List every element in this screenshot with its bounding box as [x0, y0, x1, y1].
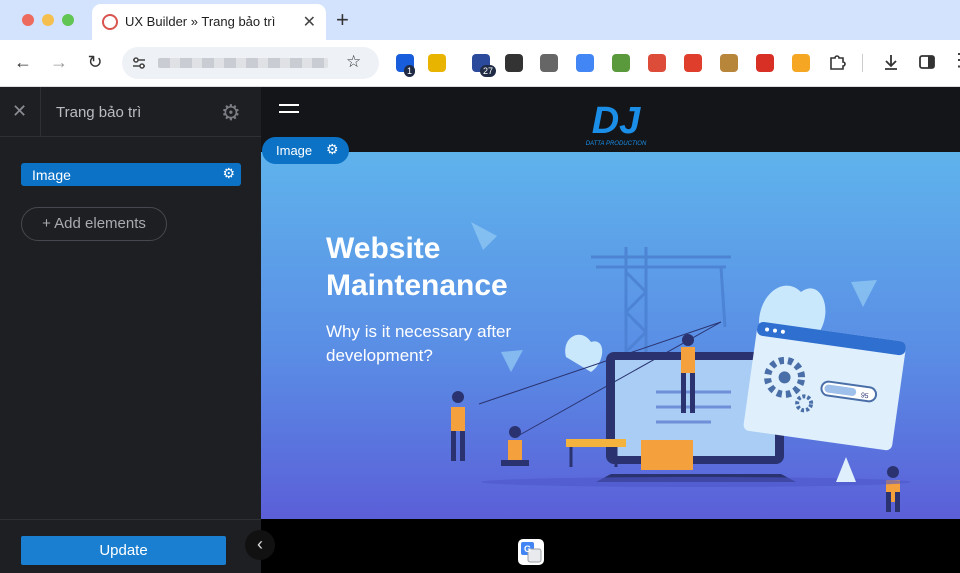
builder-sidebar: ✕ Trang bảo trì ⚙ Image ⚙ + Add elements… [0, 87, 261, 573]
settings-gear-icon[interactable]: ⚙ [221, 100, 241, 126]
add-elements-button[interactable]: + Add elements [21, 207, 167, 241]
page-title: Trang bảo trì [56, 104, 142, 121]
gear-extension-icon[interactable] [540, 54, 558, 72]
element-label: Image [32, 167, 71, 183]
site-favicon-icon [102, 14, 118, 30]
element-settings-gear-icon[interactable]: ⚙ [222, 165, 235, 182]
minimize-window-button[interactable] [42, 14, 54, 26]
browser-toolbar: ← → ↻ ☆ 1 27 ⋮ [0, 40, 960, 87]
hamburger-menu-icon[interactable] [279, 104, 299, 118]
svg-text:G: G [524, 544, 531, 554]
cookie-icon[interactable] [720, 54, 738, 72]
collapse-sidebar-button[interactable]: ‹ [245, 530, 275, 560]
site-header: DJ DATTA PRODUCTION [261, 87, 960, 152]
menu-icon[interactable]: ⋮ [950, 50, 960, 71]
tab-bar: UX Builder » Trang bảo trì ✕ + [0, 0, 960, 40]
qr-icon[interactable] [505, 54, 523, 72]
play-icon[interactable] [792, 54, 810, 72]
image-element-tag[interactable]: Image ⚙ [262, 137, 349, 164]
forward-icon[interactable]: → [48, 52, 70, 73]
maximize-window-button[interactable] [62, 14, 74, 26]
lock-icon[interactable] [428, 54, 446, 72]
url-text-redacted [158, 58, 328, 68]
element-item-image[interactable]: Image ⚙ [21, 163, 241, 186]
site-bottom-bar: G [261, 519, 960, 573]
browser-tab[interactable]: UX Builder » Trang bảo trì ✕ [92, 4, 326, 40]
hero-image[interactable]: 95 Website Maintenance Why is it necessa… [261, 152, 960, 519]
address-bar[interactable]: ☆ [122, 47, 379, 79]
page-canvas: DJ DATTA PRODUCTION 95 Website Maintenan… [261, 87, 960, 573]
hero-subtitle: Why is it necessary after development? [326, 322, 512, 365]
svg-text:95: 95 [860, 392, 869, 400]
download-icon[interactable] [882, 53, 900, 71]
update-button[interactable]: Update [21, 536, 226, 565]
header-divider [40, 87, 41, 137]
new-tab-button[interactable]: + [336, 7, 349, 33]
sidebar-footer: Update [0, 519, 261, 573]
site-logo[interactable]: DJ DATTA PRODUCTION [581, 99, 651, 147]
image-settings-gear-icon[interactable]: ⚙ [326, 141, 339, 158]
bug-icon[interactable] [756, 54, 774, 72]
extension-badge: 1 [404, 65, 416, 77]
back-icon[interactable]: ← [12, 52, 34, 73]
angular-icon[interactable] [648, 54, 666, 72]
puzzle-green-icon[interactable] [612, 54, 630, 72]
toolbar-divider [862, 54, 863, 72]
side-panel-icon[interactable] [918, 53, 936, 71]
svg-text:DJ: DJ [592, 100, 641, 142]
tab-close-button[interactable]: ✕ [303, 12, 316, 32]
zotero-icon[interactable] [684, 54, 702, 72]
sidebar-header: ✕ Trang bảo trì ⚙ [0, 87, 261, 137]
svg-text:DATTA PRODUCTION: DATTA PRODUCTION [586, 141, 647, 147]
hero-title: Website Maintenance [326, 232, 508, 302]
reload-icon[interactable]: ↻ [84, 52, 106, 73]
tab-title: UX Builder » Trang bảo trì [125, 14, 276, 29]
close-window-button[interactable] [22, 14, 34, 26]
google-translate-icon[interactable] [576, 54, 594, 72]
image-tag-label: Image [276, 143, 313, 158]
extension-badge: 27 [480, 65, 497, 77]
close-icon[interactable]: ✕ [12, 101, 27, 122]
bitwarden-icon[interactable]: 1 [396, 54, 416, 77]
google-translate-icon[interactable]: G [518, 539, 544, 565]
graduation-icon[interactable]: 27 [472, 54, 497, 77]
bookmark-star-icon[interactable]: ☆ [346, 52, 361, 72]
extensions-puzzle-icon[interactable] [828, 53, 846, 71]
site-settings-icon[interactable] [132, 56, 146, 70]
